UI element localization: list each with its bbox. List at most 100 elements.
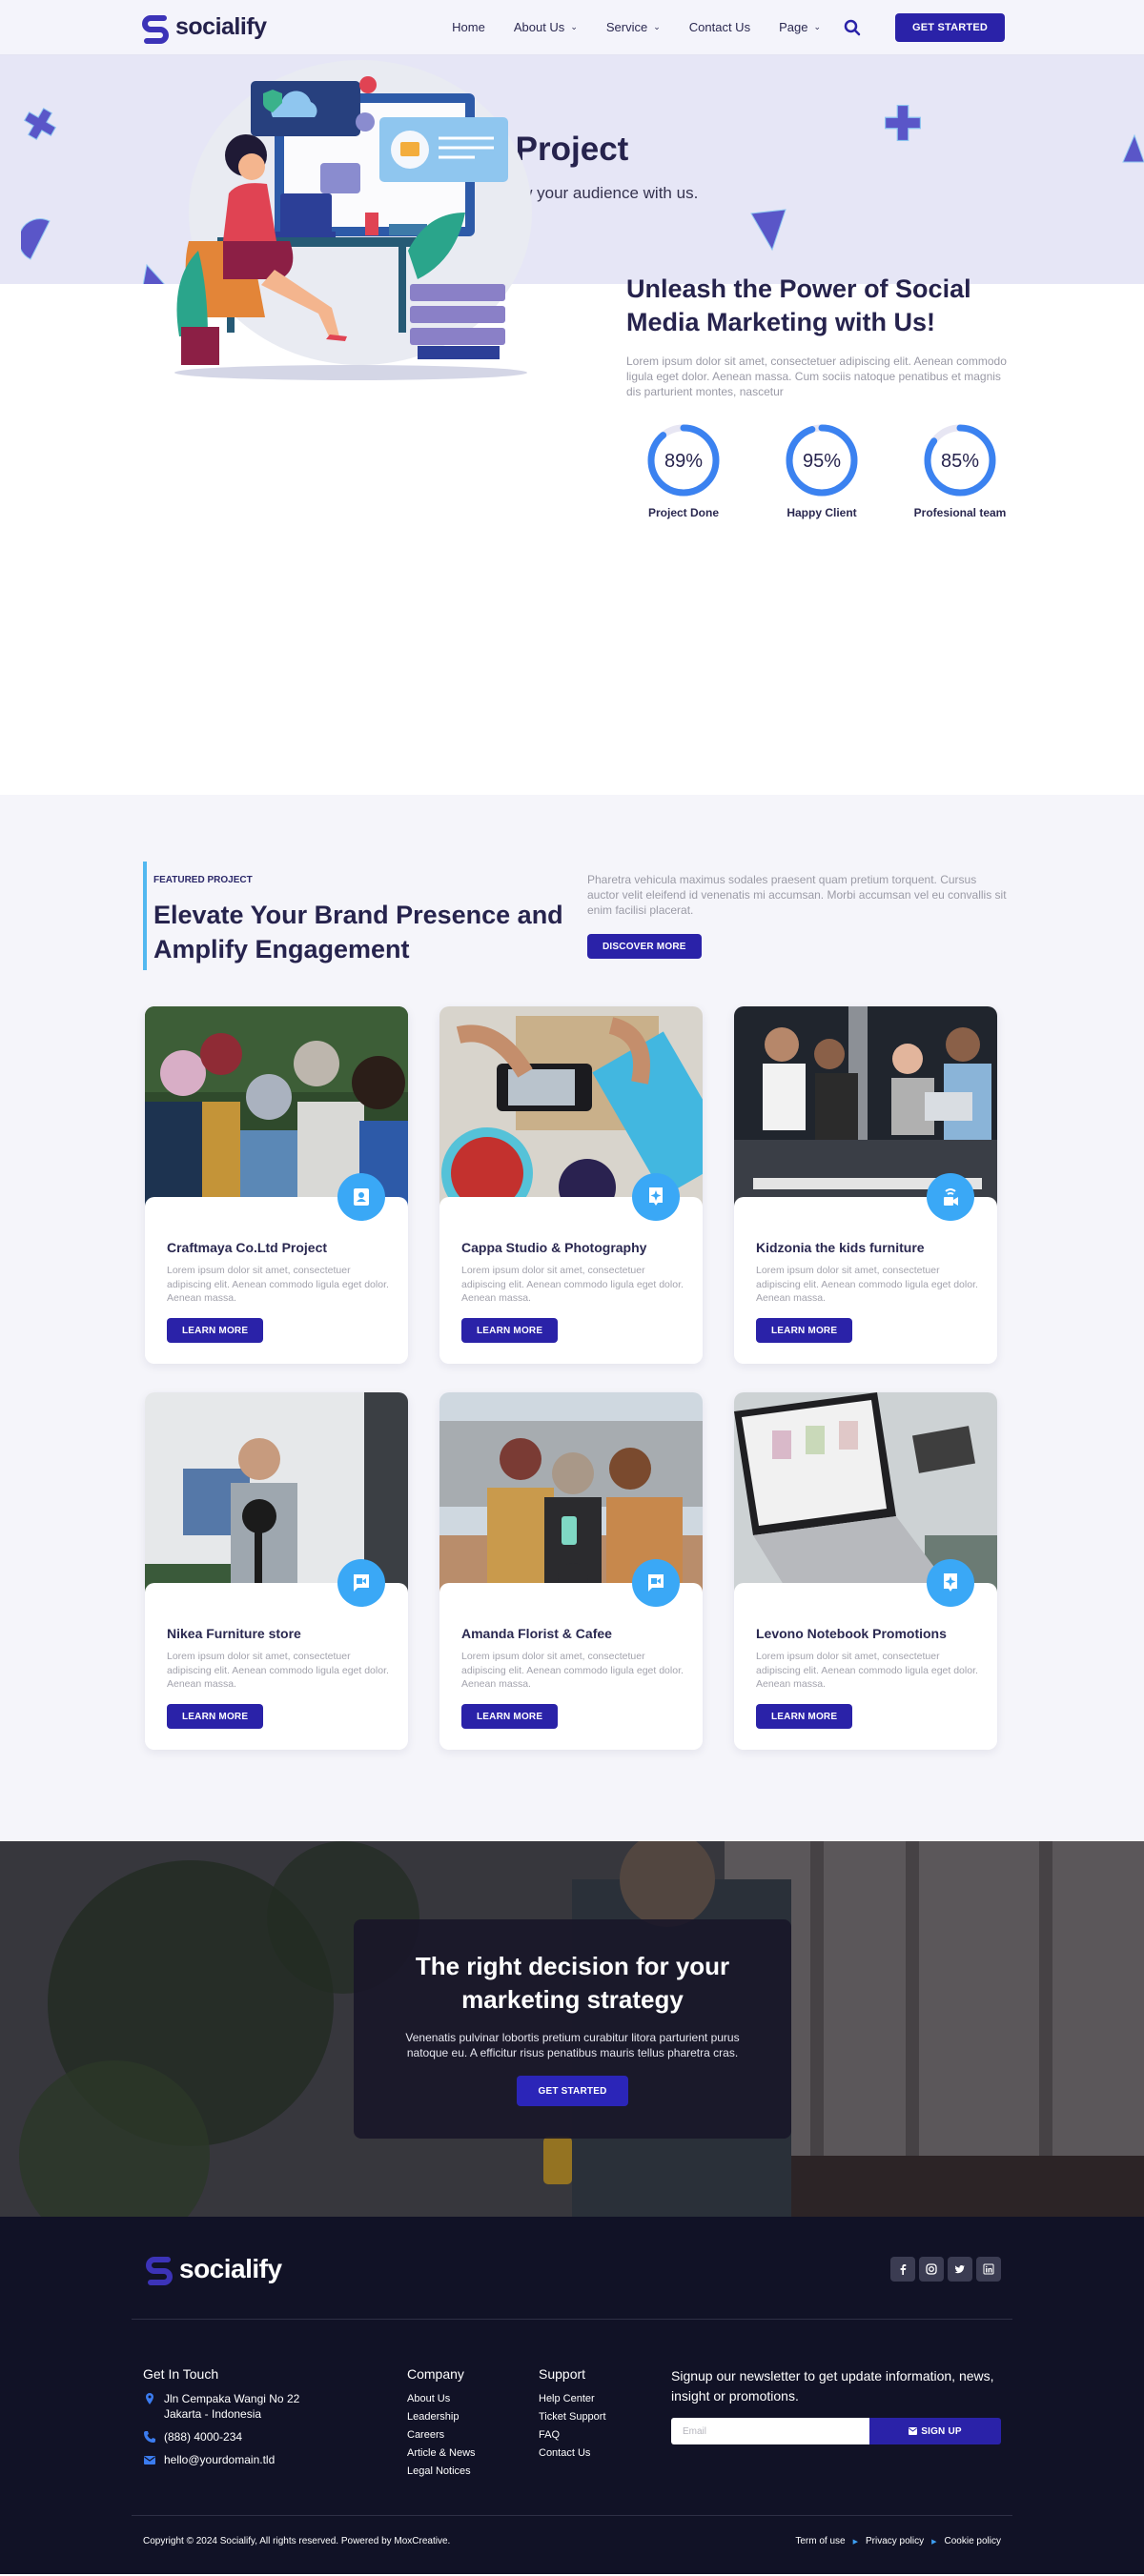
instagram-icon[interactable] [919, 2257, 944, 2282]
newsletter-title: Signup our newsletter to get update info… [671, 2368, 994, 2404]
project-title: Levono Notebook Promotions [756, 1626, 947, 1641]
project-text: Lorem ipsum dolor sit amet, consectetuer… [461, 1651, 684, 1690]
site-footer: socialify Get In Touch Jln Cempaka Wangi… [0, 2217, 1144, 2574]
chevron-down-icon: ⌄ [570, 22, 578, 31]
privacy-policy-link[interactable]: Privacy policy [866, 2536, 924, 2546]
about-section: Unleash the Power of Social Media Market… [0, 60, 1144, 795]
get-started-button[interactable]: GET STARTED [517, 2076, 628, 2106]
project-card: Kidzonia the kids furniture Lorem ipsum … [734, 1006, 997, 1364]
progress-ring: 85% [924, 424, 996, 497]
learn-more-button[interactable]: LEARN MORE [167, 1704, 264, 1729]
sign-up-label: SIGN UP [921, 2425, 962, 2437]
footer-link-ticket-support[interactable]: Ticket Support [539, 2411, 606, 2423]
discover-more-button[interactable]: DISCOVER MORE [587, 934, 702, 959]
address: Jln Cempaka Wangi No 22 Jakarta - Indones… [143, 2391, 299, 2422]
facebook-icon[interactable] [890, 2257, 915, 2282]
learn-more-button[interactable]: LEARN MORE [461, 1318, 559, 1343]
twitter-icon[interactable] [948, 2257, 972, 2282]
footer-link-help-center[interactable]: Help Center [539, 2393, 606, 2404]
cta-title: The right decision for your marketing st… [415, 1952, 730, 2014]
decorative-half-circle-shape [21, 218, 51, 260]
support-column: Support Help Center Ticket Support FAQ C… [539, 2366, 606, 2459]
project-card: Craftmaya Co.Ltd Project Lorem ipsum dol… [145, 1006, 408, 1364]
featured-projects-section: FEATURED PROJECT Elevate Your Brand Pres… [0, 795, 1144, 1841]
footer-link-about-us[interactable]: About Us [407, 2393, 476, 2404]
logo-text: socialify [179, 2254, 282, 2283]
learn-more-button[interactable]: LEARN MORE [756, 1318, 853, 1343]
decorative-triangle-shape [750, 209, 786, 252]
project-grid: Craftmaya Co.Ltd Project Lorem ipsum dol… [145, 1006, 997, 1750]
stat-label: Happy Client [786, 506, 857, 519]
project-card-body: Amanda Florist & Cafee Lorem ipsum dolor… [439, 1583, 703, 1750]
logo-mark-icon [142, 14, 169, 44]
project-card: Amanda Florist & Cafee Lorem ipsum dolor… [439, 1392, 703, 1750]
location-pin-icon [146, 2393, 153, 2404]
nav-label: Page [779, 20, 808, 34]
newsletter-column: Signup our newsletter to get update info… [671, 2366, 1005, 2444]
footer-divider [132, 2319, 1012, 2320]
project-card-body: Kidzonia the kids furniture Lorem ipsum … [734, 1197, 997, 1364]
sparkle-message-icon [632, 1173, 680, 1221]
sign-up-button[interactable]: SIGN UP [869, 2418, 1001, 2444]
section-eyebrow: FEATURED PROJECT [153, 875, 253, 885]
footer-link-contact-us[interactable]: Contact Us [539, 2447, 606, 2459]
nav-item-contact-us[interactable]: Contact Us [689, 20, 750, 34]
social-links [890, 2257, 1001, 2282]
project-card-body: Cappa Studio & Photography Lorem ipsum d… [439, 1197, 703, 1364]
newsletter-email-input[interactable] [671, 2418, 869, 2444]
about-heading: Unleash the Power of Social Media Market… [626, 274, 971, 336]
section-title: Elevate Your Brand Presence and Amplify … [153, 901, 563, 963]
contact-column: Get In Touch Jln Cempaka Wangi No 22 Jaka… [143, 2366, 299, 2467]
learn-more-button[interactable]: LEARN MORE [756, 1704, 853, 1729]
caret-right-icon: ▶ [852, 2538, 858, 2546]
footer-link-careers[interactable]: Careers [407, 2429, 476, 2441]
footer-logo[interactable]: socialify [143, 2253, 282, 2285]
nav-label: Contact Us [688, 20, 751, 34]
footer-link-legal-notices[interactable]: Legal Notices [407, 2465, 476, 2477]
footer-link-article-news[interactable]: Article & News [407, 2447, 476, 2459]
marketing-illustration [174, 60, 532, 380]
project-text: Lorem ipsum dolor sit amet, consectetuer… [167, 1651, 389, 1690]
phone[interactable]: (888) 4000-234 [143, 2429, 299, 2444]
stat-happy-client: 95% Happy Client [765, 422, 879, 519]
cta-section: The right decision for your marketing st… [0, 1841, 1144, 2217]
linkedin-icon[interactable] [976, 2257, 1001, 2282]
progress-ring: 89% [647, 424, 720, 497]
address-line-2: Jakarta - Indonesia [164, 2407, 262, 2421]
project-text: Lorem ipsum dolor sit amet, consectetuer… [167, 1265, 389, 1304]
nav-item-service[interactable]: Service ⌄ [606, 20, 661, 34]
project-card-body: Levono Notebook Promotions Lorem ipsum d… [734, 1583, 997, 1750]
get-started-button[interactable]: GET STARTED [895, 12, 1005, 42]
stats-row: 89% Project Done 95% Happy Client 85% Pr… [626, 422, 1017, 519]
project-title: Craftmaya Co.Ltd Project [167, 1240, 328, 1255]
logo-mark-icon [146, 2257, 173, 2285]
top-navbar: socialify Home About Us ⌄ Service ⌄ Contac… [0, 0, 1144, 55]
project-card-body: Nikea Furniture store Lorem ipsum dolor … [145, 1583, 408, 1750]
nav-item-page[interactable]: Page ⌄ [779, 20, 821, 34]
nav-item-about-us[interactable]: About Us ⌄ [514, 20, 578, 34]
cta-card: The right decision for your marketing st… [354, 1919, 791, 2139]
footer-link-faq[interactable]: FAQ [539, 2429, 606, 2441]
company-column: Company About Us Leadership Careers Arti… [407, 2366, 476, 2477]
phone-icon [144, 2431, 155, 2443]
about-text: Lorem ipsum dolor sit amet, consectetuer… [626, 355, 1007, 398]
progress-ring: 95% [786, 424, 858, 497]
term-of-use-link[interactable]: Term of use [795, 2536, 845, 2546]
stat-value: 95% [803, 451, 841, 472]
email[interactable]: hello@yourdomain.tld [143, 2452, 299, 2467]
footer-link-leadership[interactable]: Leadership [407, 2411, 476, 2423]
nav-item-home[interactable]: Home [452, 20, 485, 34]
logo[interactable]: socialify [139, 11, 267, 44]
learn-more-button[interactable]: LEARN MORE [167, 1318, 264, 1343]
support-title: Support [539, 2366, 586, 2382]
nav-label: Home [452, 20, 485, 34]
contact-title: Get In Touch [143, 2366, 219, 2382]
newsletter-form: SIGN UP [671, 2418, 1001, 2444]
learn-more-button[interactable]: LEARN MORE [461, 1704, 559, 1729]
stat-value: 85% [941, 451, 979, 472]
address-line-1: Jln Cempaka Wangi No 22 [164, 2392, 300, 2405]
search-icon[interactable] [844, 19, 861, 36]
phone-number: (888) 4000-234 [164, 2430, 243, 2444]
cta-text: Venenatis pulvinar lobortis pretium cura… [405, 2031, 740, 2059]
cookie-policy-link[interactable]: Cookie policy [945, 2536, 1001, 2546]
